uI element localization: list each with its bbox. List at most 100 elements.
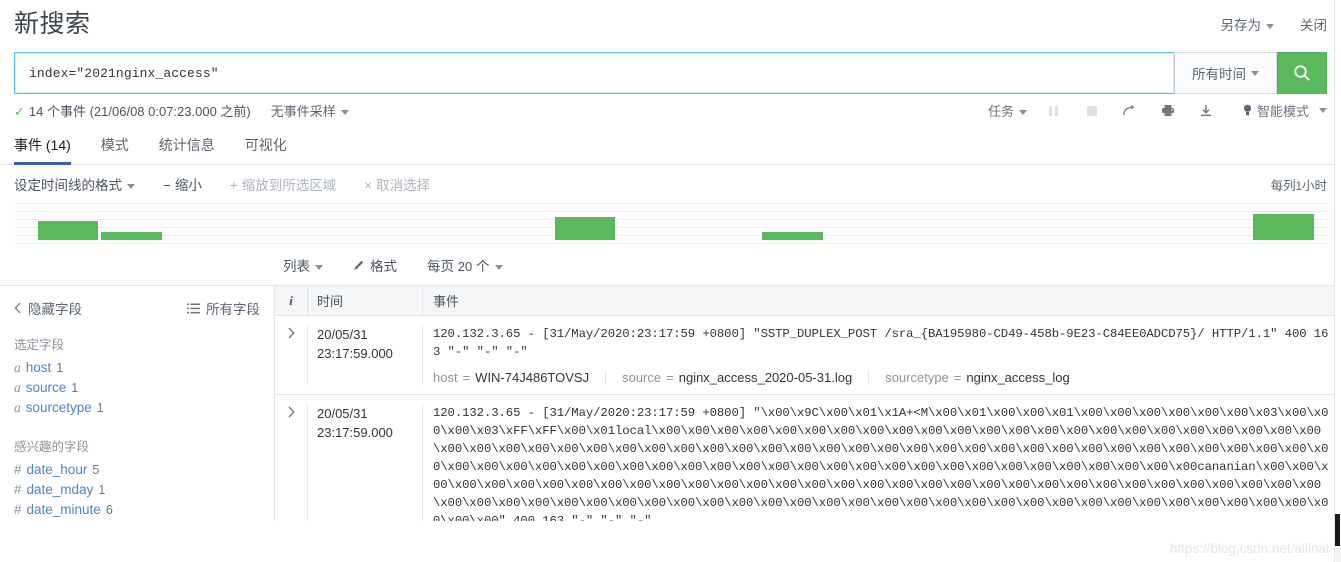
deselect-button[interactable]: × 取消选择	[364, 174, 430, 194]
chevron-down-icon	[1266, 23, 1274, 29]
column-header-time: 时间	[307, 286, 422, 316]
timeline-format-button[interactable]: 设定时间线的格式	[14, 174, 135, 194]
meta-source: source = nginx_access_2020-05-31.log	[605, 370, 868, 385]
events-table-header: i 时间 事件	[275, 286, 1341, 316]
search-button[interactable]	[1277, 52, 1327, 94]
event-content: 120.132.3.65 - [31/May/2020:23:17:59 +08…	[422, 325, 1341, 385]
table-row[interactable]: 20/05/31 23:17:59.000 120.132.3.65 - [31…	[275, 316, 1341, 395]
expand-row-button[interactable]	[275, 325, 307, 385]
event-raw-text: 120.132.3.65 - [31/May/2020:23:17:59 +08…	[433, 327, 1329, 359]
tab-events[interactable]: 事件 (14)	[14, 135, 71, 165]
field-date-minute[interactable]: # date_minute 6	[14, 500, 260, 520]
bulb-icon	[1243, 104, 1252, 116]
selected-fields-title: 选定字段	[14, 338, 65, 352]
watermark: https://blog.csdn.net/allinal	[1169, 541, 1329, 556]
edge-artifact	[1335, 548, 1341, 562]
chevron-down-icon	[127, 183, 135, 189]
timeline-bar[interactable]	[1253, 213, 1314, 240]
fields-sidebar: 隐藏字段 所有字段 选定字段 a host 1 a source 1 a sourcety…	[0, 286, 275, 521]
chevron-down-icon	[340, 110, 349, 116]
sampling-selector[interactable]: 无事件采样	[271, 101, 349, 120]
status-row: ✓ 14 个事件 (21/06/08 0:07:23.000 之前) 无事件采样 …	[14, 94, 1327, 127]
results-body: 隐藏字段 所有字段 选定字段 a host 1 a source 1 a sourcety…	[0, 0, 1341, 562]
events-table: i 时间 事件 20/05/31 23:17:59.000 120.132.3.…	[275, 286, 1341, 521]
page-title: 新搜索	[14, 9, 91, 38]
timeline-bars[interactable]	[14, 203, 1327, 245]
event-time: 20/05/31 23:17:59.000	[307, 404, 422, 521]
all-fields-button[interactable]: 所有字段	[187, 298, 260, 318]
field-date-hour[interactable]: # date_hour 5	[14, 460, 260, 480]
export-icon[interactable]	[1195, 101, 1217, 121]
job-menu[interactable]: 任务	[988, 101, 1027, 120]
chevron-down-icon	[315, 264, 323, 270]
app-header: 新搜索 另存为 关闭	[0, 0, 1341, 48]
timeline-bar[interactable]	[37, 221, 99, 240]
meta-sourcetype: sourcetype = nginx_access_log	[868, 370, 1086, 385]
column-header-event: 事件	[422, 286, 1341, 316]
timeline-bar[interactable]	[100, 232, 163, 240]
timeline-bar[interactable]	[762, 232, 823, 240]
chevron-left-icon	[14, 302, 21, 314]
tab-patterns[interactable]: 模式	[101, 135, 129, 164]
search-input-wrapper[interactable]	[14, 52, 1174, 94]
header-actions: 另存为 关闭	[1221, 14, 1328, 34]
chevron-down-icon	[494, 264, 503, 270]
tab-statistics[interactable]: 统计信息	[159, 135, 215, 164]
chevron-right-icon	[288, 327, 295, 339]
hide-fields-button[interactable]: 隐藏字段	[14, 298, 82, 318]
search-row: 所有时间	[14, 52, 1327, 94]
chevron-down-icon	[1319, 108, 1327, 113]
timeline-bar[interactable]	[554, 216, 616, 240]
search-input[interactable]	[27, 64, 1162, 82]
chevron-right-icon	[288, 406, 295, 418]
field-date-mday[interactable]: # date_mday 1	[14, 480, 260, 500]
meta-host: host = WIN-74J486TOVSJ	[433, 370, 590, 385]
field-host[interactable]: a host 1	[14, 358, 260, 378]
pencil-icon	[353, 259, 365, 274]
field-date-month[interactable]: adate_month1	[14, 520, 260, 521]
minus-icon: −	[163, 178, 171, 193]
event-metadata: host = WIN-74J486TOVSJ source = nginx_access…	[433, 370, 1335, 385]
list-mode-selector[interactable]: 列表	[283, 255, 323, 275]
plus-icon: +	[229, 178, 238, 193]
per-page-selector[interactable]: 每页 20 个	[427, 255, 503, 275]
zoom-out-button[interactable]: − 缩小	[163, 174, 202, 194]
search-mode-selector[interactable]: 智能模式	[1243, 101, 1327, 120]
fields-sidebar-header: 隐藏字段 所有字段	[14, 298, 260, 318]
event-count: ✓ 14 个事件 (21/06/08 0:07:23.000 之前)	[14, 104, 251, 119]
expand-row-button[interactable]	[275, 404, 307, 521]
close-button[interactable]: 关闭	[1300, 14, 1327, 34]
field-source[interactable]: a source 1	[14, 378, 260, 398]
chevron-down-icon	[1251, 70, 1259, 76]
result-tabs: 事件 (14) 模式 统计信息 可视化	[0, 127, 1341, 165]
event-raw-text: 120.132.3.65 - [31/May/2020:23:17:59 +08…	[433, 406, 1329, 521]
stop-icon[interactable]	[1081, 101, 1103, 121]
time-range-picker[interactable]: 所有时间	[1174, 52, 1277, 94]
tab-visualization[interactable]: 可视化	[245, 135, 287, 164]
event-content: 120.132.3.65 - [31/May/2020:23:17:59 +08…	[422, 404, 1341, 521]
timeline-toolbar: 设定时间线的格式 − 缩小 + 缩放到所选区域 × 取消选择 每列1小时	[0, 165, 1341, 203]
share-icon[interactable]	[1119, 101, 1141, 121]
timeline-chart[interactable]	[14, 203, 1327, 245]
events-list-controls: 列表 格式 每页 20 个	[0, 245, 1341, 285]
interesting-fields-title: 感兴趣的字段	[14, 440, 90, 454]
column-header-info: i	[289, 292, 293, 308]
timeline-bucket-label: 每列1小时	[1270, 178, 1327, 193]
event-time: 20/05/31 23:17:59.000	[307, 325, 422, 385]
status-right: 任务 智能模式	[988, 101, 1327, 121]
print-icon[interactable]	[1157, 101, 1179, 121]
scrollbar-thumb[interactable]	[1335, 514, 1340, 546]
check-icon: ✓	[14, 104, 25, 119]
status-left: ✓ 14 个事件 (21/06/08 0:07:23.000 之前) 无事件采样	[14, 101, 349, 120]
list-icon	[187, 303, 200, 313]
close-icon: ×	[364, 178, 373, 193]
field-sourcetype[interactable]: a sourcetype 1	[14, 398, 260, 418]
right-edge-divider	[1334, 0, 1341, 562]
save-as-button[interactable]: 另存为	[1221, 14, 1274, 34]
pause-icon[interactable]	[1043, 101, 1065, 121]
zoom-to-selection-button[interactable]: + 缩放到所选区域	[230, 174, 336, 194]
format-button[interactable]: 格式	[353, 255, 397, 275]
table-row[interactable]: 20/05/31 23:17:59.000 120.132.3.65 - [31…	[275, 395, 1341, 521]
chevron-down-icon	[1018, 110, 1027, 116]
search-icon	[1294, 65, 1310, 81]
